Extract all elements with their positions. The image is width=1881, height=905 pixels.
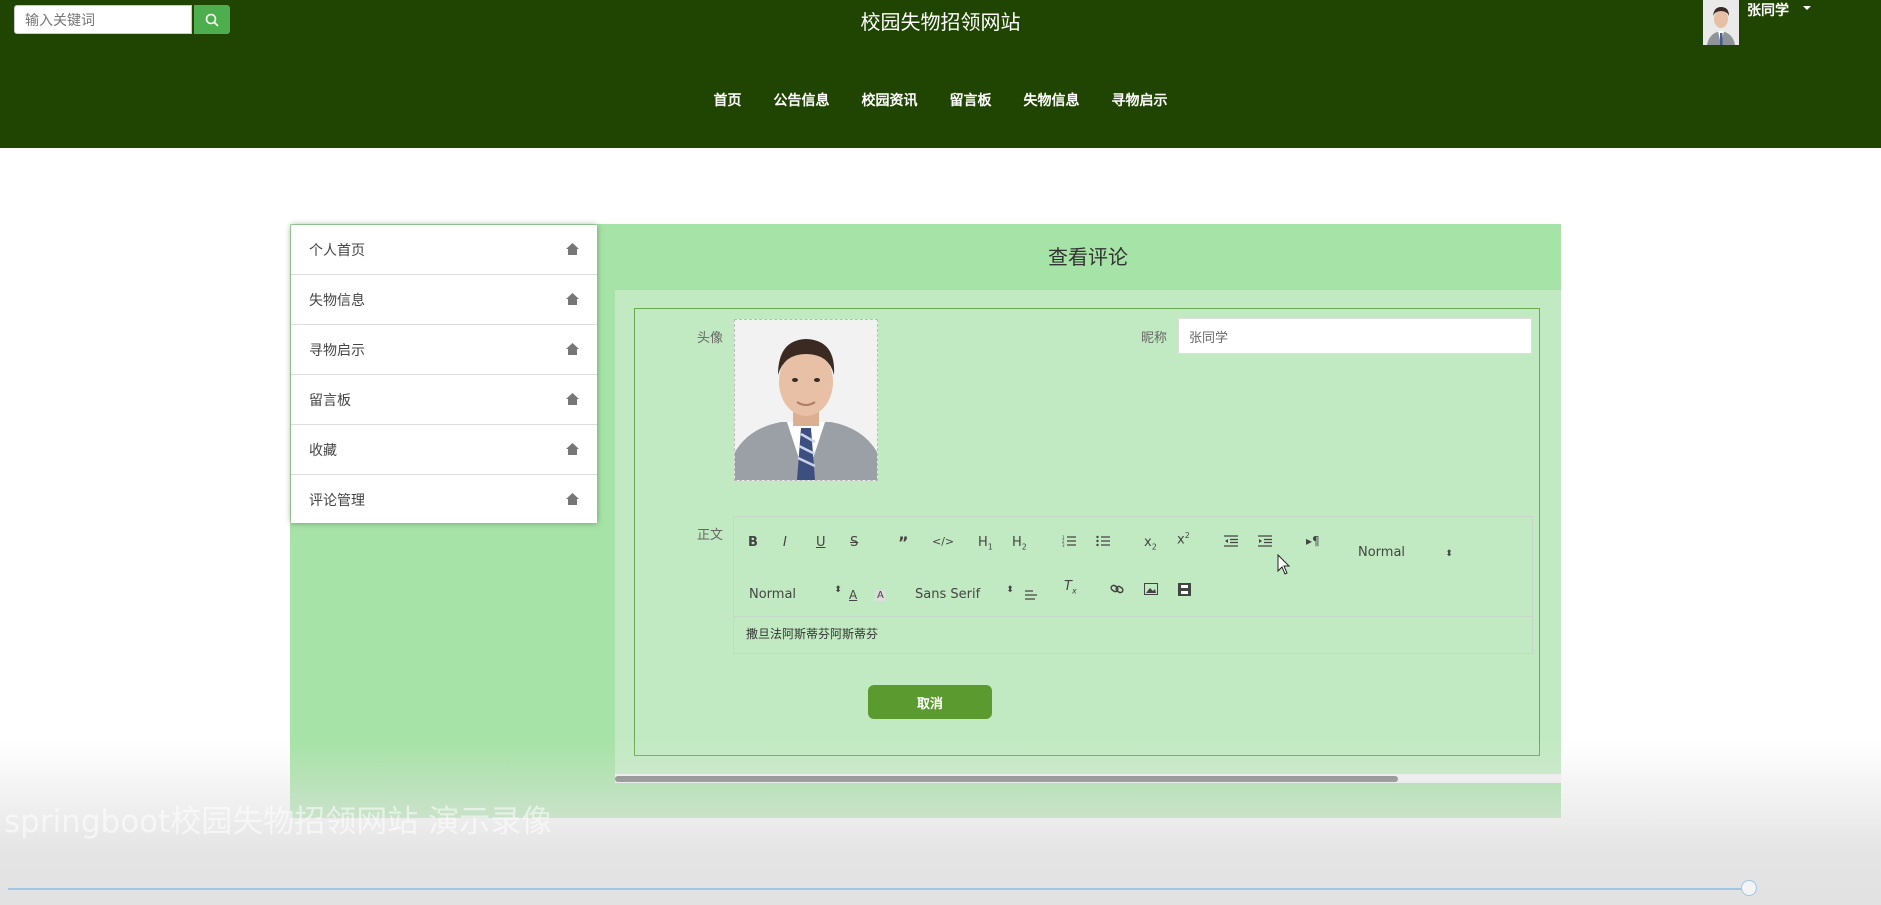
avatar-label: 头像 [697,331,724,346]
video-watermark: springboot校园失物招领网站 演示录像 [4,804,553,840]
clear-format-icon[interactable]: Tx [1064,579,1077,596]
nav-home[interactable]: 首页 [698,88,758,114]
heading1-icon[interactable]: H1 [978,535,993,552]
nav-announcements[interactable]: 公告信息 [758,88,846,114]
home-icon [566,243,579,255]
sidebar-item-label: 失物信息 [309,292,365,309]
header-select-value: Normal [1358,545,1406,560]
bullet-list-icon[interactable] [1096,535,1110,547]
font-select-value: Sans Serif [915,587,981,602]
home-icon [566,393,579,405]
sidebar-item-comments[interactable]: 评论管理 [291,475,597,524]
text-color-icon[interactable]: A [849,588,857,602]
background-color-icon[interactable]: A [875,590,886,601]
select-arrow-icon: ⬍ [1445,549,1453,559]
select-arrow-icon: ⬍ [834,585,842,595]
home-icon [566,293,579,305]
rich-text-editor: B I U S ” </> H1 H2 123 x2 x2 ▸¶ Normal … [733,516,1533,654]
font-select[interactable]: Sans Serif ⬍ [915,585,1014,602]
avatar-image [735,320,877,480]
nickname-label: 昵称 [1141,331,1168,346]
nav-lost-items[interactable]: 失物信息 [1008,88,1096,114]
sidebar-item-label: 收藏 [309,442,337,459]
sidebar-item-label: 寻物启示 [309,342,365,359]
user-name[interactable]: 张同学 [1747,0,1789,20]
home-icon [566,443,579,455]
mouse-cursor-icon [1277,554,1291,575]
sidebar-item-label: 留言板 [309,392,351,409]
main-nav: 首页 公告信息 校园资讯 留言板 失物信息 寻物启示 [0,88,1881,114]
video-progress-bar[interactable] [8,888,1750,890]
sidebar-item-label: 个人首页 [309,242,365,259]
home-icon [566,493,579,505]
user-avatar[interactable] [1703,0,1739,45]
sidebar-item-lost-items[interactable]: 失物信息 [291,275,597,325]
home-icon [566,343,579,355]
ordered-list-icon[interactable]: 123 [1062,535,1076,547]
nickname-field[interactable] [1178,318,1532,354]
heading2-icon[interactable]: H2 [1012,535,1027,552]
site-header: 校园失物招领网站 张同学 首页 公告信息 校园资讯 留言板 失物信息 寻物启示 [0,0,1881,148]
select-arrow-icon: ⬍ [1006,585,1014,595]
header-select[interactable]: Normal ⬍ [1358,545,1453,560]
nav-campus-news[interactable]: 校园资讯 [846,88,934,114]
sidebar-item-found-notices[interactable]: 寻物启示 [291,325,597,375]
blockquote-icon[interactable]: ” [898,533,909,552]
italic-icon[interactable]: I [783,535,787,550]
video-icon[interactable] [1178,583,1191,596]
site-title: 校园失物招领网站 [860,10,1021,34]
outdent-icon[interactable] [1224,535,1238,547]
nav-found-notices[interactable]: 寻物启示 [1096,88,1184,114]
image-icon[interactable] [1144,583,1158,595]
superscript-icon[interactable]: x2 [1177,531,1190,547]
video-progress-handle[interactable] [1741,880,1757,896]
sidebar-item-message-board[interactable]: 留言板 [291,375,597,425]
strikethrough-icon[interactable]: S [850,535,858,550]
indent-icon[interactable] [1258,535,1272,547]
size-select[interactable]: Normal ⬍ [749,585,842,602]
editor-content[interactable]: 撒旦法阿斯蒂芬阿斯蒂芬 [746,625,878,642]
sidebar-item-profile[interactable]: 个人首页 [291,225,597,275]
chevron-down-icon[interactable] [1803,6,1811,10]
underline-icon[interactable]: U [816,535,826,550]
bold-icon[interactable]: B [748,535,758,550]
editor-toolbar: B I U S ” </> H1 H2 123 x2 x2 ▸¶ Normal … [734,517,1532,617]
body-label: 正文 [697,528,724,543]
nav-message-board[interactable]: 留言板 [934,88,1008,114]
sidebar-item-favorites[interactable]: 收藏 [291,425,597,475]
subscript-icon[interactable]: x2 [1144,535,1157,552]
sidebar-item-label: 评论管理 [309,492,365,509]
page-title: 查看评论 [1048,245,1128,269]
svg-text:3: 3 [1062,543,1065,547]
link-icon[interactable] [1110,583,1124,595]
code-icon[interactable]: </> [932,535,954,548]
rtl-direction-icon[interactable]: ▸¶ [1306,534,1320,548]
cancel-button[interactable]: 取消 [868,685,992,719]
sidebar: 个人首页 失物信息 寻物启示 留言板 收藏 评论管理 [291,225,597,523]
avatar-upload[interactable] [734,319,878,481]
size-select-value: Normal [749,587,797,602]
align-icon[interactable] [1025,589,1038,601]
